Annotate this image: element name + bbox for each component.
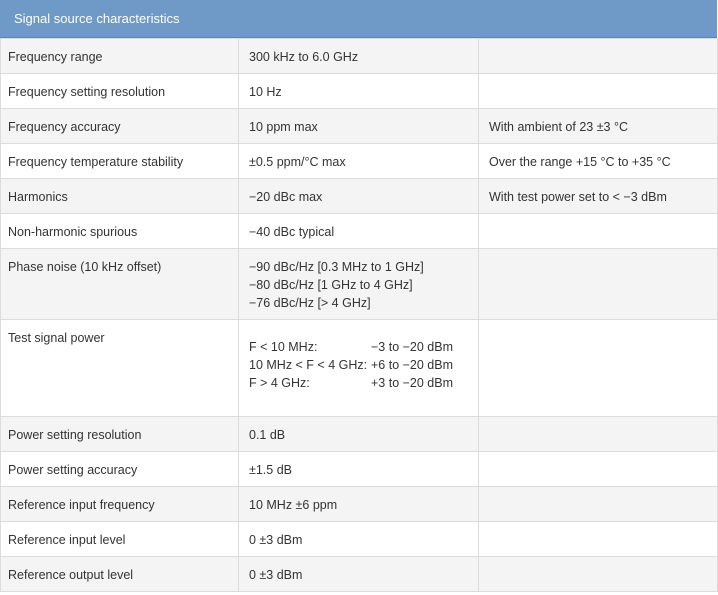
table-header: Signal source characteristics [0, 0, 717, 38]
table-row: Phase noise (10 kHz offset) −90 dBc/Hz [… [0, 248, 718, 320]
table-row: Non-harmonic spurious −40 dBc typical [0, 213, 718, 249]
row-label: Power setting resolution [0, 416, 239, 452]
frequency-condition: F > 4 GHz: [249, 376, 310, 390]
row-value: ±0.5 ppm/°C max [238, 143, 479, 179]
row-note [478, 213, 718, 249]
row-label: Non-harmonic spurious [0, 213, 239, 249]
row-value: ±1.5 dB [238, 451, 479, 487]
row-value: 0.1 dB [238, 416, 479, 452]
row-note [478, 319, 718, 417]
table-row: Power setting resolution 0.1 dB [0, 416, 718, 452]
row-value: 10 MHz ±6 ppm [238, 486, 479, 522]
power-range-line: F > 4 GHz: +3 to −20 dBm [249, 374, 468, 392]
row-note [478, 416, 718, 452]
row-note [478, 556, 718, 592]
power-range: +3 to −20 dBm [371, 376, 454, 390]
spec-table-container: Signal source characteristics Frequency … [0, 0, 718, 592]
row-value: F < 10 MHz: −3 to −20 dBm 10 MHz < F < 4… [238, 319, 479, 417]
frequency-condition: 10 MHz < F < 4 GHz: [249, 358, 368, 372]
phase-noise-line: −76 dBc/Hz [> 4 GHz] [249, 296, 371, 310]
row-note [478, 38, 718, 74]
row-note [478, 248, 718, 320]
row-value: 0 ±3 dBm [238, 556, 479, 592]
table-row: Reference input frequency 10 MHz ±6 ppm [0, 486, 718, 522]
row-value: 0 ±3 dBm [238, 521, 479, 557]
table-row: Harmonics −20 dBc max With test power se… [0, 178, 718, 214]
row-note [478, 73, 718, 109]
table-title: Signal source characteristics [14, 11, 180, 26]
row-value: −20 dBc max [238, 178, 479, 214]
phase-noise-line: −80 dBc/Hz [1 GHz to 4 GHz] [249, 278, 413, 292]
row-label: Frequency temperature stability [0, 143, 239, 179]
power-range-line: 10 MHz < F < 4 GHz: +6 to −20 dBm [249, 356, 468, 374]
row-note: With ambient of 23 ±3 °C [478, 108, 718, 144]
row-value: 300 kHz to 6.0 GHz [238, 38, 479, 74]
row-value: 10 Hz [238, 73, 479, 109]
row-note [478, 521, 718, 557]
table-row: Frequency range 300 kHz to 6.0 GHz [0, 38, 718, 74]
phase-noise-line: −90 dBc/Hz [0.3 MHz to 1 GHz] [249, 260, 424, 274]
row-label: Frequency range [0, 38, 239, 74]
row-label: Harmonics [0, 178, 239, 214]
row-label: Reference output level [0, 556, 239, 592]
row-label: Phase noise (10 kHz offset) [0, 248, 239, 320]
row-note: With test power set to < −3 dBm [478, 178, 718, 214]
table-row: Reference input level 0 ±3 dBm [0, 521, 718, 557]
table-row: Test signal power F < 10 MHz: −3 to −20 … [0, 319, 718, 417]
row-label: Frequency accuracy [0, 108, 239, 144]
row-note [478, 486, 718, 522]
row-value: −90 dBc/Hz [0.3 MHz to 1 GHz] −80 dBc/Hz… [238, 248, 479, 320]
row-label: Frequency setting resolution [0, 73, 239, 109]
power-range: +6 to −20 dBm [371, 358, 454, 372]
table-row: Frequency temperature stability ±0.5 ppm… [0, 143, 718, 179]
row-note: Over the range +15 °C to +35 °C [478, 143, 718, 179]
table-row: Frequency setting resolution 10 Hz [0, 73, 718, 109]
row-value: 10 ppm max [238, 108, 479, 144]
power-range-line: F < 10 MHz: −3 to −20 dBm [249, 338, 468, 356]
table-row: Frequency accuracy 10 ppm max With ambie… [0, 108, 718, 144]
spec-table: Frequency range 300 kHz to 6.0 GHz Frequ… [0, 38, 718, 592]
row-label: Test signal power [0, 319, 239, 417]
power-range: −3 to −20 dBm [371, 340, 454, 354]
table-row: Reference output level 0 ±3 dBm [0, 556, 718, 592]
table-row: Power setting accuracy ±1.5 dB [0, 451, 718, 487]
row-value: −40 dBc typical [238, 213, 479, 249]
row-note [478, 451, 718, 487]
row-label: Reference input level [0, 521, 239, 557]
frequency-condition: F < 10 MHz: [249, 340, 318, 354]
row-label: Reference input frequency [0, 486, 239, 522]
row-label: Power setting accuracy [0, 451, 239, 487]
